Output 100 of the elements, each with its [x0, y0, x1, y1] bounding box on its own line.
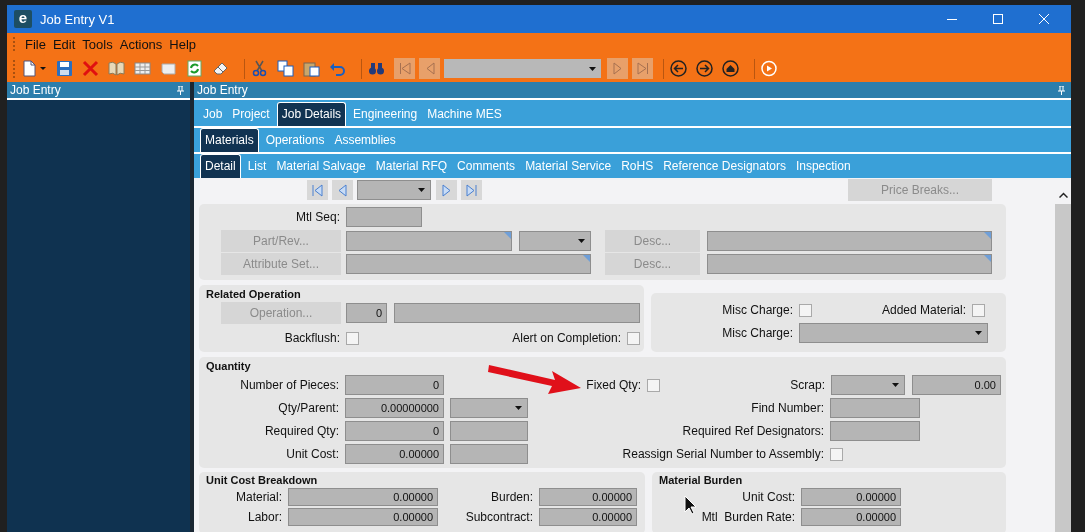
previous-record-icon[interactable]	[337, 183, 348, 197]
text-field[interactable]: 0.00	[912, 375, 1001, 395]
first-record-icon[interactable]	[312, 183, 323, 197]
text-field[interactable]: 0	[345, 421, 444, 441]
tab[interactable]: Detail	[200, 154, 241, 178]
last-record-icon[interactable]	[636, 62, 649, 75]
tab[interactable]: Job Details	[276, 102, 347, 126]
field-label: Burden:	[489, 490, 534, 504]
text-field[interactable]	[707, 254, 992, 274]
next-record-icon[interactable]	[611, 62, 624, 75]
field-label: Misc Charge:	[721, 303, 794, 317]
caret-icon	[589, 66, 596, 71]
first-record-icon[interactable]	[398, 62, 411, 75]
tab[interactable]: Materials	[200, 128, 259, 152]
scissors-icon[interactable]	[251, 60, 268, 77]
checkbox[interactable]	[799, 303, 812, 317]
last-record-icon[interactable]	[466, 183, 477, 197]
paste-icon[interactable]	[303, 60, 320, 77]
field-label: Scrap:	[789, 378, 826, 392]
text-field[interactable]	[450, 421, 528, 441]
field-label: Labor:	[246, 510, 283, 524]
dropdown-field[interactable]	[519, 231, 591, 251]
field-label: Material:	[235, 490, 283, 504]
copy-icon[interactable]	[277, 60, 294, 77]
text-field[interactable]: 0.00000	[539, 488, 637, 506]
dropdown-field[interactable]	[450, 398, 528, 418]
section-title: Material Burden	[659, 474, 744, 486]
field-label: Unit Cost:	[285, 447, 340, 461]
delete-icon[interactable]	[82, 60, 99, 77]
field-label: Number of Pieces:	[239, 378, 340, 392]
new-document-icon[interactable]	[21, 60, 38, 77]
text-field[interactable]	[707, 231, 992, 251]
menu-item[interactable]: Actions	[116, 36, 167, 52]
caret-icon	[418, 188, 425, 192]
mouse-cursor-icon	[684, 495, 697, 515]
text-field[interactable]: 0	[346, 303, 387, 323]
text-field[interactable]	[830, 421, 920, 441]
field-label: Qty/Parent:	[277, 401, 340, 415]
maximize-icon[interactable]	[993, 14, 1003, 24]
field-label: Required Ref Designators:	[681, 424, 825, 438]
scroll-up-icon[interactable]	[1058, 192, 1068, 198]
text-field[interactable]: 0.00000	[539, 508, 637, 526]
text-field[interactable]	[450, 444, 528, 464]
field-label: Find Number:	[750, 401, 825, 415]
binoculars-icon[interactable]	[368, 60, 385, 77]
text-field[interactable]	[346, 207, 422, 227]
dropdown-field[interactable]	[799, 323, 988, 343]
text-field[interactable]	[394, 303, 640, 323]
dropdown-field[interactable]	[357, 180, 431, 200]
checkbox[interactable]	[830, 447, 843, 461]
save-icon[interactable]	[56, 60, 73, 77]
text-field[interactable]	[830, 398, 920, 418]
field-label: Reassign Serial Number to Assembly:	[621, 447, 825, 461]
field-label: Required Qty:	[263, 424, 340, 438]
caret-icon	[578, 239, 585, 243]
checkbox[interactable]	[972, 303, 985, 317]
forward-icon[interactable]	[696, 60, 713, 77]
close-icon[interactable]	[1039, 14, 1049, 24]
section-title: Related Operation	[206, 288, 302, 300]
text-field[interactable]: 0.00000	[801, 508, 901, 526]
refresh-icon[interactable]	[186, 60, 203, 77]
text-field[interactable]: 0.00000	[288, 488, 438, 506]
text-field[interactable]	[346, 231, 512, 251]
text-field[interactable]	[346, 254, 591, 274]
eraser-icon[interactable]	[212, 60, 229, 77]
caret-icon	[975, 331, 982, 335]
menu-item[interactable]: Help	[166, 36, 201, 52]
field-label: Misc Charge:	[721, 326, 794, 340]
note-icon[interactable]	[160, 60, 177, 77]
field-label: Backflush:	[283, 331, 341, 345]
pin-icon[interactable]	[177, 85, 184, 95]
window-title: Job Entry V1	[40, 11, 116, 27]
back-icon[interactable]	[670, 60, 687, 77]
app-logo: e	[14, 10, 32, 28]
text-field[interactable]: 0.00000000	[345, 398, 444, 418]
menu-item[interactable]: Tools	[79, 36, 117, 52]
field-label: Alert on Completion:	[511, 331, 622, 345]
pin-icon[interactable]	[1058, 85, 1065, 95]
field-label: Mtl Seq:	[295, 210, 341, 224]
text-field[interactable]: 0.00000	[288, 508, 438, 526]
text-field[interactable]: 0.00000	[345, 444, 444, 464]
checkbox[interactable]	[627, 331, 640, 345]
next-record-icon[interactable]	[441, 183, 452, 197]
text-field[interactable]: 0.00000	[801, 488, 901, 506]
grid-icon[interactable]	[134, 60, 151, 77]
field-label: Unit Cost:	[741, 490, 796, 504]
play-icon[interactable]	[761, 60, 778, 77]
checkbox[interactable]	[647, 378, 660, 392]
field-label: Subcontract:	[464, 510, 534, 524]
section-title: Quantity	[205, 360, 252, 372]
home-icon[interactable]	[722, 60, 739, 77]
section-title: Unit Cost Breakdown	[206, 474, 319, 486]
caret-icon	[515, 406, 522, 410]
field-label: Fixed Qty:	[585, 378, 642, 392]
text-field[interactable]: 0	[345, 375, 444, 395]
checkbox[interactable]	[346, 331, 359, 345]
dropdown-field[interactable]	[831, 375, 905, 395]
menu-item[interactable]: File	[22, 36, 50, 52]
book-icon[interactable]	[108, 60, 125, 77]
menu-item[interactable]: Edit	[49, 36, 80, 52]
